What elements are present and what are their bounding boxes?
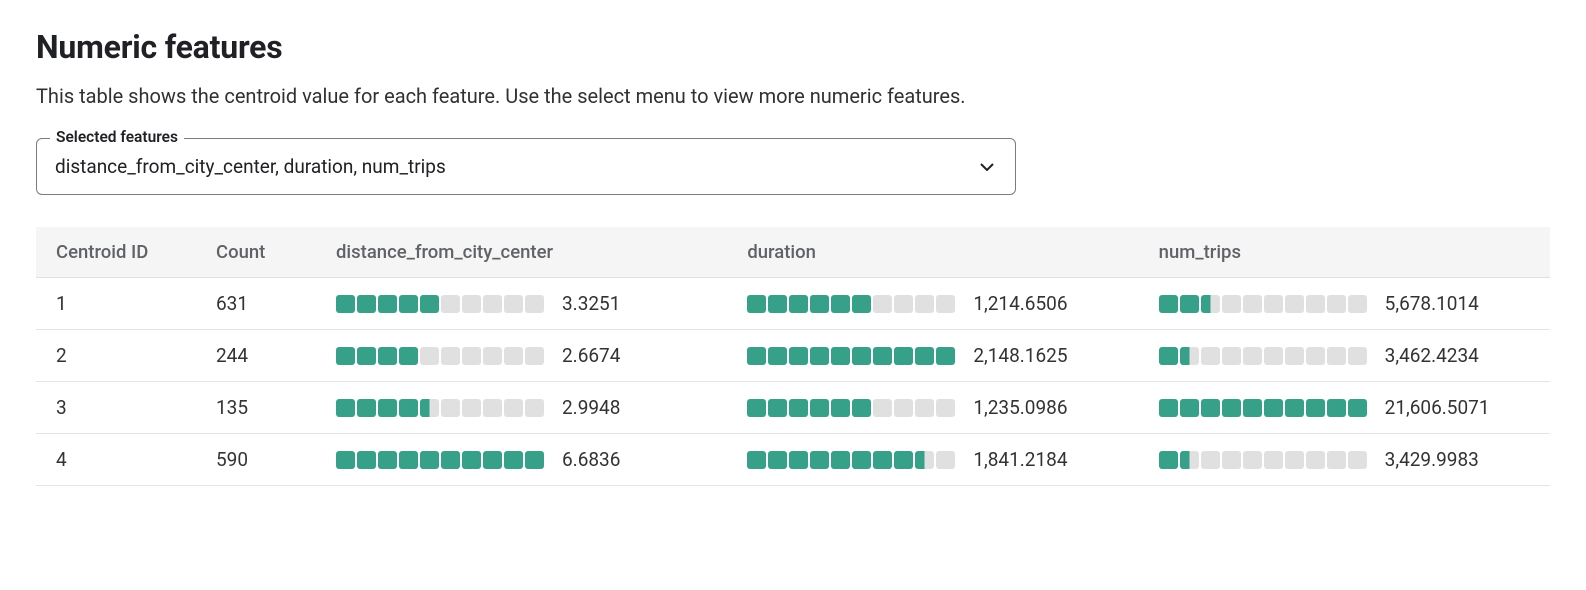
- table-row: 1631 3.3251 1,214.6506 5,678.1014: [36, 278, 1550, 330]
- cell-feature: 3,429.9983: [1139, 434, 1550, 486]
- cell-feature: 1,214.6506: [727, 278, 1138, 330]
- feature-value: 6.6836: [562, 448, 672, 471]
- feature-value: 1,214.6506: [973, 292, 1083, 315]
- feature-value: 21,606.5071: [1385, 396, 1495, 419]
- table-header-row: Centroid ID Count distance_from_city_cen…: [36, 227, 1550, 278]
- cell-centroid-id: 2: [36, 330, 196, 382]
- col-feature-0: distance_from_city_center: [316, 227, 727, 278]
- cell-feature: 6.6836: [316, 434, 727, 486]
- centroids-table: Centroid ID Count distance_from_city_cen…: [36, 227, 1550, 486]
- value-bar: [1159, 399, 1367, 417]
- feature-value: 2,148.1625: [973, 344, 1083, 367]
- cell-count: 135: [196, 382, 316, 434]
- feature-value: 2.6674: [562, 344, 672, 367]
- cell-feature: 2.6674: [316, 330, 727, 382]
- table-row: 4590 6.6836 1,841.2184 3,429.9983: [36, 434, 1550, 486]
- value-bar: [1159, 347, 1367, 365]
- table-row: 3135 2.9948 1,235.0986 21,606.5071: [36, 382, 1550, 434]
- chevron-down-icon: [980, 163, 994, 171]
- cell-count: 590: [196, 434, 316, 486]
- cell-count: 631: [196, 278, 316, 330]
- value-bar: [1159, 295, 1367, 313]
- cell-centroid-id: 1: [36, 278, 196, 330]
- feature-value: 2.9948: [562, 396, 672, 419]
- page-subtitle: This table shows the centroid value for …: [36, 84, 1550, 108]
- value-bar: [336, 451, 544, 469]
- page-title: Numeric features: [36, 28, 1550, 66]
- cell-feature: 1,841.2184: [727, 434, 1138, 486]
- cell-feature: 2.9948: [316, 382, 727, 434]
- cell-count: 244: [196, 330, 316, 382]
- cell-feature: 21,606.5071: [1139, 382, 1550, 434]
- feature-value: 3,429.9983: [1385, 448, 1495, 471]
- selected-features-select[interactable]: distance_from_city_center, duration, num…: [36, 138, 1016, 195]
- feature-value: 5,678.1014: [1385, 292, 1495, 315]
- value-bar: [336, 295, 544, 313]
- value-bar: [747, 451, 955, 469]
- value-bar: [747, 399, 955, 417]
- cell-centroid-id: 3: [36, 382, 196, 434]
- col-feature-1: duration: [727, 227, 1138, 278]
- value-bar: [747, 347, 955, 365]
- col-feature-2: num_trips: [1139, 227, 1550, 278]
- value-bar: [336, 399, 544, 417]
- col-count: Count: [196, 227, 316, 278]
- col-centroid-id: Centroid ID: [36, 227, 196, 278]
- feature-value: 1,841.2184: [973, 448, 1083, 471]
- table-row: 2244 2.6674 2,148.1625 3,462.4234: [36, 330, 1550, 382]
- selected-features-label: Selected features: [50, 128, 184, 146]
- cell-feature: 5,678.1014: [1139, 278, 1550, 330]
- value-bar: [336, 347, 544, 365]
- cell-feature: 1,235.0986: [727, 382, 1138, 434]
- cell-feature: 2,148.1625: [727, 330, 1138, 382]
- selected-features-field: Selected features distance_from_city_cen…: [36, 138, 1016, 195]
- cell-centroid-id: 4: [36, 434, 196, 486]
- value-bar: [1159, 451, 1367, 469]
- feature-value: 3,462.4234: [1385, 344, 1495, 367]
- selected-features-value: distance_from_city_center, duration, num…: [55, 155, 446, 178]
- feature-value: 1,235.0986: [973, 396, 1083, 419]
- cell-feature: 3.3251: [316, 278, 727, 330]
- feature-value: 3.3251: [562, 292, 672, 315]
- value-bar: [747, 295, 955, 313]
- cell-feature: 3,462.4234: [1139, 330, 1550, 382]
